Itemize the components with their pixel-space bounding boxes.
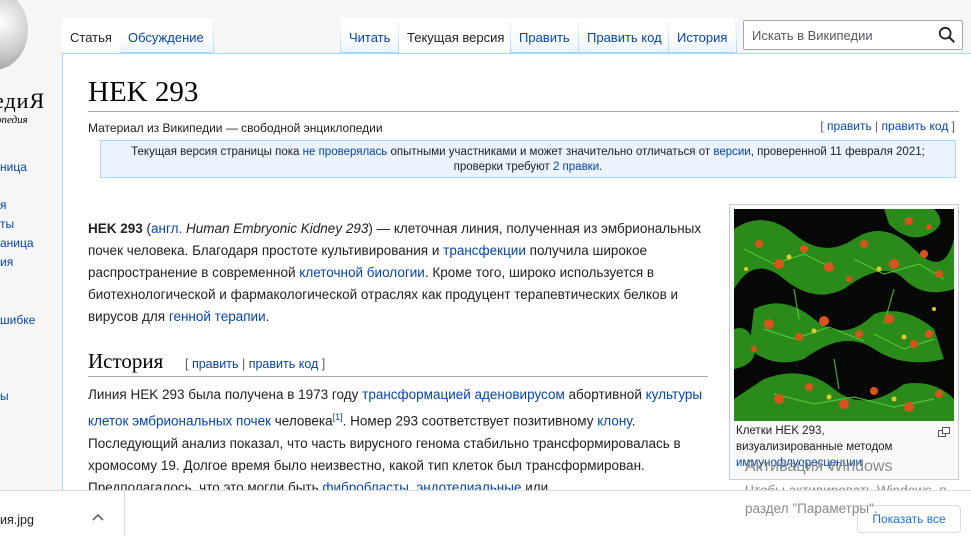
version-link[interactable]: версии: [713, 146, 750, 158]
tab-history[interactable]: История: [669, 18, 736, 53]
search-input[interactable]: [750, 27, 934, 44]
tab-read[interactable]: Читать: [341, 18, 399, 53]
edit-source-link[interactable]: править код: [882, 119, 949, 133]
fibroblasts-link[interactable]: фибробласты: [322, 480, 409, 491]
download-file-name: ия.jpg: [0, 513, 34, 527]
search-box: [743, 20, 963, 50]
chevron-up-icon[interactable]: [92, 513, 104, 521]
sidebar-link-6[interactable]: шибке: [0, 313, 35, 327]
enlarge-icon[interactable]: [938, 427, 950, 437]
logo-subtitle: опедия: [0, 114, 28, 126]
page-title: HEK 293: [88, 76, 199, 108]
cells-image[interactable]: [734, 209, 954, 421]
sidebar: едиЯ опедия ница я ты аница ия шибке ы: [0, 0, 62, 490]
sidebar-link-7[interactable]: ы: [0, 389, 9, 403]
not-checked-link[interactable]: не проверялась: [303, 146, 388, 158]
tab-current-version[interactable]: Текущая версия: [399, 18, 513, 53]
sidebar-link-1[interactable]: ница: [0, 160, 27, 174]
download-item[interactable]: ия.jpg: [0, 491, 125, 536]
site-tagline: Материал из Википедии — свободной энцикл…: [88, 121, 383, 135]
section-heading-history: История: [88, 349, 164, 373]
section-edit-links: [ править | править код ]: [185, 357, 326, 371]
search-icon[interactable]: [938, 26, 956, 44]
wikipedia-logo-globe[interactable]: [0, 0, 28, 70]
sidebar-link-3[interactable]: ты: [0, 217, 14, 231]
endothelial-link[interactable]: эндотелиальные: [416, 480, 521, 491]
section-edit-source-link[interactable]: править код: [249, 357, 319, 371]
pending-edits-link[interactable]: 2 правки: [553, 161, 599, 173]
content-area: HEK 293 Материал из Википедии — свободно…: [62, 53, 971, 490]
activation-watermark-title: Активация Windows: [745, 458, 893, 475]
title-divider: [88, 111, 959, 112]
gene-therapy-link[interactable]: генной терапии: [169, 309, 266, 324]
title-edit-links: [ править | править код ]: [820, 119, 955, 133]
logo-wordmark[interactable]: едиЯ: [0, 88, 45, 114]
activation-watermark-line-2: раздел "Параметры".: [745, 501, 878, 516]
edit-link[interactable]: править: [827, 119, 872, 133]
section-edit-link[interactable]: править: [192, 357, 239, 371]
sidebar-link-4[interactable]: аница: [0, 236, 34, 250]
history-paragraph: Линия HEK 293 была получена в 1973 году …: [88, 384, 708, 490]
tab-article[interactable]: Статья: [62, 18, 120, 53]
clone-link[interactable]: клону: [597, 414, 631, 429]
tab-edit-source[interactable]: Править код: [579, 18, 670, 53]
tab-edit[interactable]: Править: [511, 18, 578, 53]
revision-notice: Текущая версия страницы пока не проверял…: [100, 140, 956, 178]
transformation-link[interactable]: трансформацией аденовирусом: [362, 387, 565, 402]
image-thumbnail: Клетки HEK 293, визуализированные методо…: [729, 204, 959, 480]
intro-paragraph: HEK 293 (англ. Human Embryonic Kidney 29…: [88, 221, 702, 324]
engl-link[interactable]: англ.: [151, 221, 182, 236]
sidebar-link-5[interactable]: ия: [0, 255, 13, 269]
sidebar-link-2[interactable]: я: [0, 198, 7, 212]
tab-talk[interactable]: Обсуждение: [120, 18, 212, 53]
transfection-link[interactable]: трансфекции: [443, 243, 526, 258]
section-divider: [88, 376, 708, 377]
cell-biology-link[interactable]: клеточной биологии: [299, 265, 425, 280]
reference-link[interactable]: [1]: [333, 412, 343, 422]
